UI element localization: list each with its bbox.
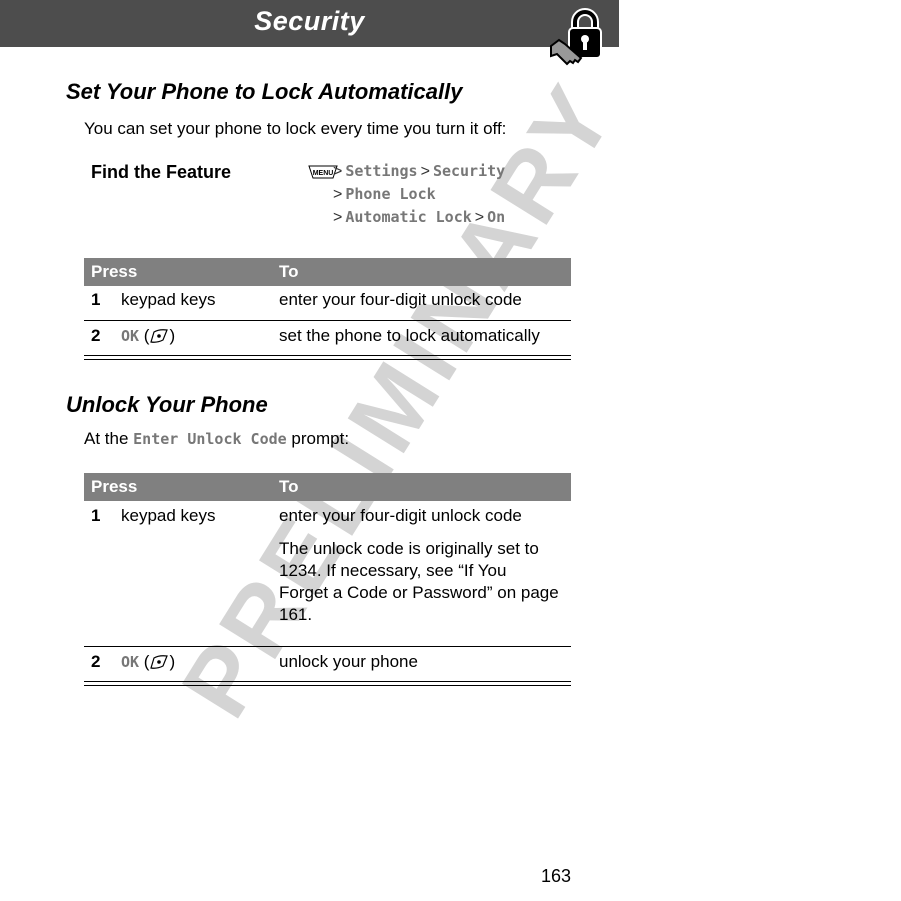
to-cell: unlock your phone: [279, 652, 418, 671]
press-cell: keypad keys: [121, 506, 216, 525]
find-feature-label: Find the Feature: [91, 162, 232, 182]
menu-path-line: > Automatic Lock > On: [333, 208, 506, 226]
section-heading: Unlock Your Phone: [66, 392, 268, 417]
prompt-text: Enter Unlock Code: [133, 430, 287, 448]
step-number: 2: [91, 326, 101, 345]
step-number: 1: [91, 506, 101, 525]
press-cell: OK (): [121, 652, 176, 671]
menu-item-on: On: [487, 208, 506, 226]
table-row: 1 keypad keys enter your four-digit unlo…: [84, 501, 571, 647]
to-cell: enter your four-digit unlock code: [279, 506, 522, 525]
column-header-press: Press: [91, 262, 138, 281]
step-number: 2: [91, 652, 101, 671]
table-header: Press To: [84, 473, 571, 501]
menu-item-settings: Settings: [345, 162, 418, 180]
section-intro: You can set your phone to lock every tim…: [84, 119, 507, 138]
right-soft-key-icon: [150, 329, 169, 343]
press-to-table-1: Press To 1 keypad keys enter your four-d…: [84, 258, 571, 360]
table-row: 2 OK () set the phone to lock automatica…: [84, 321, 571, 356]
table-row: 1 keypad keys enter your four-digit unlo…: [84, 286, 571, 321]
menu-item-security: Security: [432, 162, 506, 180]
to-cell: enter your four-digit unlock code: [279, 290, 522, 309]
column-header-press: Press: [91, 477, 138, 496]
column-header-to: To: [279, 262, 299, 281]
menu-path-line: > Settings > Security: [333, 162, 506, 180]
menu-item-phone-lock: Phone Lock: [345, 185, 436, 203]
press-cell: keypad keys: [121, 290, 216, 309]
section-intro: At the Enter Unlock Code prompt:: [84, 429, 350, 448]
ok-key-label: OK: [121, 327, 140, 345]
unlock-code-note: The unlock code is originally set to 123…: [279, 539, 559, 624]
table-row: 2 OK () unlock your phone: [84, 647, 571, 682]
menu-item-automatic-lock: Automatic Lock: [345, 208, 472, 226]
ok-key-label: OK: [121, 653, 140, 671]
table-header: Press To: [84, 258, 571, 286]
menu-path-line: > Phone Lock: [333, 185, 436, 203]
step-number: 1: [91, 290, 101, 309]
to-cell: set the phone to lock automatically: [279, 326, 540, 345]
page-number: 163: [541, 866, 572, 886]
press-to-table-2: Press To 1 keypad keys enter your four-d…: [84, 473, 571, 686]
column-header-to: To: [279, 477, 299, 496]
table-end-rule: [84, 356, 571, 360]
table-end-rule: [84, 682, 571, 686]
right-soft-key-icon: [150, 655, 169, 669]
menu-path: > Settings > Security > Phone Lock > Automati…: [330, 160, 505, 229]
section-heading: Set Your Phone to Lock Automatically: [66, 79, 463, 104]
press-cell: OK (): [121, 326, 176, 345]
